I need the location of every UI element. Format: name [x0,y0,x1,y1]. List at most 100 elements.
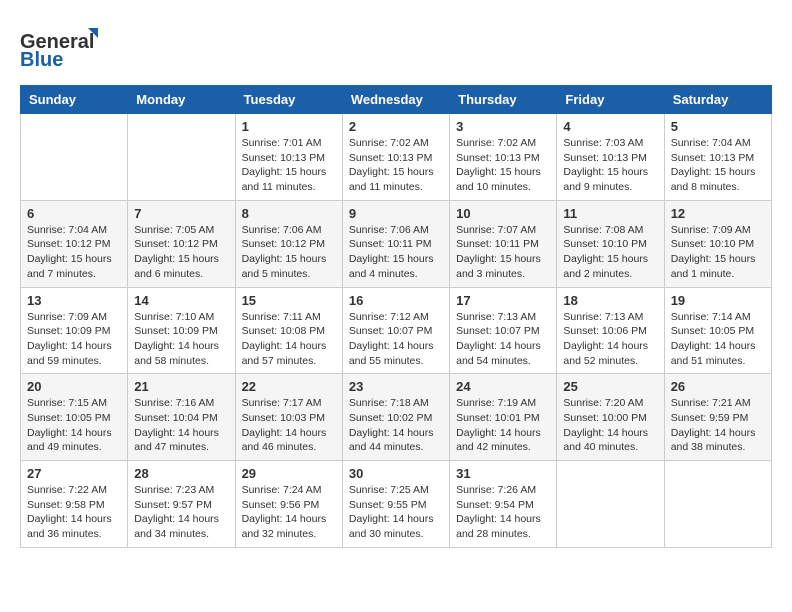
calendar-cell: 30 Sunrise: 7:25 AMSunset: 9:55 PMDayligh… [342,461,449,548]
day-number: 28 [134,466,228,481]
day-info: Sunrise: 7:02 AMSunset: 10:13 PMDaylight… [456,136,550,195]
day-info: Sunrise: 7:04 AMSunset: 10:12 PMDaylight… [27,223,121,282]
day-info: Sunrise: 7:12 AMSunset: 10:07 PMDaylight… [349,310,443,369]
day-info: Sunrise: 7:22 AMSunset: 9:58 PMDaylight:… [27,483,121,542]
column-header-tuesday: Tuesday [235,86,342,114]
day-info: Sunrise: 7:03 AMSunset: 10:13 PMDaylight… [563,136,657,195]
day-info: Sunrise: 7:26 AMSunset: 9:54 PMDaylight:… [456,483,550,542]
day-number: 10 [456,206,550,221]
day-number: 3 [456,119,550,134]
column-header-friday: Friday [557,86,664,114]
day-number: 14 [134,293,228,308]
day-info: Sunrise: 7:08 AMSunset: 10:10 PMDaylight… [563,223,657,282]
day-number: 26 [671,379,765,394]
day-number: 2 [349,119,443,134]
day-number: 15 [242,293,336,308]
day-info: Sunrise: 7:06 AMSunset: 10:11 PMDaylight… [349,223,443,282]
calendar-cell: 18Sunrise: 7:13 AMSunset: 10:06 PMDaylig… [557,287,664,374]
calendar-cell: 14 Sunrise: 7:10 AMSunset: 10:09 PMDaylig… [128,287,235,374]
day-number: 30 [349,466,443,481]
calendar-cell: 10 Sunrise: 7:07 AMSunset: 10:11 PMDaylig… [450,200,557,287]
calendar-cell [557,461,664,548]
calendar-cell [21,114,128,201]
calendar-cell: 8 Sunrise: 7:06 AMSunset: 10:12 PMDayligh… [235,200,342,287]
calendar-cell: 5Sunrise: 7:04 AMSunset: 10:13 PMDayligh… [664,114,771,201]
day-number: 22 [242,379,336,394]
calendar-cell: 22Sunrise: 7:17 AMSunset: 10:03 PMDaylig… [235,374,342,461]
calendar-week-3: 13Sunrise: 7:09 AMSunset: 10:09 PMDaylig… [21,287,772,374]
day-info: Sunrise: 7:10 AMSunset: 10:09 PMDaylight… [134,310,228,369]
calendar-cell: 4 Sunrise: 7:03 AMSunset: 10:13 PMDayligh… [557,114,664,201]
day-info: Sunrise: 7:09 AMSunset: 10:10 PMDaylight… [671,223,765,282]
calendar-cell: 1 Sunrise: 7:01 AMSunset: 10:13 PMDayligh… [235,114,342,201]
logo: General Blue [20,20,110,75]
calendar-cell: 9 Sunrise: 7:06 AMSunset: 10:11 PMDayligh… [342,200,449,287]
calendar-week-5: 27Sunrise: 7:22 AMSunset: 9:58 PMDayligh… [21,461,772,548]
day-number: 17 [456,293,550,308]
day-number: 1 [242,119,336,134]
calendar-cell: 7 Sunrise: 7:05 AMSunset: 10:12 PMDayligh… [128,200,235,287]
calendar-cell: 31Sunrise: 7:26 AMSunset: 9:54 PMDayligh… [450,461,557,548]
day-info: Sunrise: 7:02 AMSunset: 10:13 PMDaylight… [349,136,443,195]
calendar-week-2: 6 Sunrise: 7:04 AMSunset: 10:12 PMDayligh… [21,200,772,287]
calendar-cell: 20Sunrise: 7:15 AMSunset: 10:05 PMDaylig… [21,374,128,461]
day-info: Sunrise: 7:24 AMSunset: 9:56 PMDaylight:… [242,483,336,542]
day-info: Sunrise: 7:13 AMSunset: 10:06 PMDaylight… [563,310,657,369]
day-number: 7 [134,206,228,221]
day-number: 19 [671,293,765,308]
calendar-cell [128,114,235,201]
column-header-sunday: Sunday [21,86,128,114]
day-number: 4 [563,119,657,134]
calendar-cell: 25 Sunrise: 7:20 AMSunset: 10:00 PMDaylig… [557,374,664,461]
column-header-monday: Monday [128,86,235,114]
column-header-saturday: Saturday [664,86,771,114]
column-header-thursday: Thursday [450,86,557,114]
day-info: Sunrise: 7:13 AMSunset: 10:07 PMDaylight… [456,310,550,369]
calendar-cell: 12 Sunrise: 7:09 AMSunset: 10:10 PMDaylig… [664,200,771,287]
calendar-week-1: 1 Sunrise: 7:01 AMSunset: 10:13 PMDayligh… [21,114,772,201]
day-info: Sunrise: 7:14 AMSunset: 10:05 PMDaylight… [671,310,765,369]
day-number: 8 [242,206,336,221]
day-info: Sunrise: 7:01 AMSunset: 10:13 PMDaylight… [242,136,336,195]
day-info: Sunrise: 7:07 AMSunset: 10:11 PMDaylight… [456,223,550,282]
day-number: 13 [27,293,121,308]
day-info: Sunrise: 7:05 AMSunset: 10:12 PMDaylight… [134,223,228,282]
calendar-cell: 13Sunrise: 7:09 AMSunset: 10:09 PMDaylig… [21,287,128,374]
calendar-cell: 23Sunrise: 7:18 AMSunset: 10:02 PMDaylig… [342,374,449,461]
calendar-header-row: SundayMondayTuesdayWednesdayThursdayFrid… [21,86,772,114]
day-number: 11 [563,206,657,221]
day-info: Sunrise: 7:11 AMSunset: 10:08 PMDaylight… [242,310,336,369]
day-info: Sunrise: 7:18 AMSunset: 10:02 PMDaylight… [349,396,443,455]
calendar-cell: 6 Sunrise: 7:04 AMSunset: 10:12 PMDayligh… [21,200,128,287]
svg-text:Blue: Blue [20,49,63,70]
calendar-cell: 3 Sunrise: 7:02 AMSunset: 10:13 PMDayligh… [450,114,557,201]
day-info: Sunrise: 7:06 AMSunset: 10:12 PMDaylight… [242,223,336,282]
column-header-wednesday: Wednesday [342,86,449,114]
day-number: 25 [563,379,657,394]
day-number: 21 [134,379,228,394]
day-info: Sunrise: 7:04 AMSunset: 10:13 PMDaylight… [671,136,765,195]
day-number: 24 [456,379,550,394]
day-info: Sunrise: 7:25 AMSunset: 9:55 PMDaylight:… [349,483,443,542]
day-info: Sunrise: 7:21 AMSunset: 9:59 PMDaylight:… [671,396,765,455]
day-info: Sunrise: 7:20 AMSunset: 10:00 PMDaylight… [563,396,657,455]
day-info: Sunrise: 7:16 AMSunset: 10:04 PMDaylight… [134,396,228,455]
calendar-cell: 17 Sunrise: 7:13 AMSunset: 10:07 PMDaylig… [450,287,557,374]
calendar-cell: 2 Sunrise: 7:02 AMSunset: 10:13 PMDayligh… [342,114,449,201]
calendar-body: 1 Sunrise: 7:01 AMSunset: 10:13 PMDayligh… [21,114,772,548]
calendar-cell: 29Sunrise: 7:24 AMSunset: 9:56 PMDayligh… [235,461,342,548]
day-info: Sunrise: 7:15 AMSunset: 10:05 PMDaylight… [27,396,121,455]
day-info: Sunrise: 7:19 AMSunset: 10:01 PMDaylight… [456,396,550,455]
calendar-cell [664,461,771,548]
calendar-table: SundayMondayTuesdayWednesdayThursdayFrid… [20,85,772,548]
day-number: 12 [671,206,765,221]
page-header: General Blue [20,20,772,75]
calendar-week-4: 20Sunrise: 7:15 AMSunset: 10:05 PMDaylig… [21,374,772,461]
calendar-cell: 28Sunrise: 7:23 AMSunset: 9:57 PMDayligh… [128,461,235,548]
day-number: 9 [349,206,443,221]
calendar-cell: 11 Sunrise: 7:08 AMSunset: 10:10 PMDaylig… [557,200,664,287]
calendar-cell: 27Sunrise: 7:22 AMSunset: 9:58 PMDayligh… [21,461,128,548]
calendar-cell: 24 Sunrise: 7:19 AMSunset: 10:01 PMDaylig… [450,374,557,461]
day-number: 16 [349,293,443,308]
day-number: 6 [27,206,121,221]
